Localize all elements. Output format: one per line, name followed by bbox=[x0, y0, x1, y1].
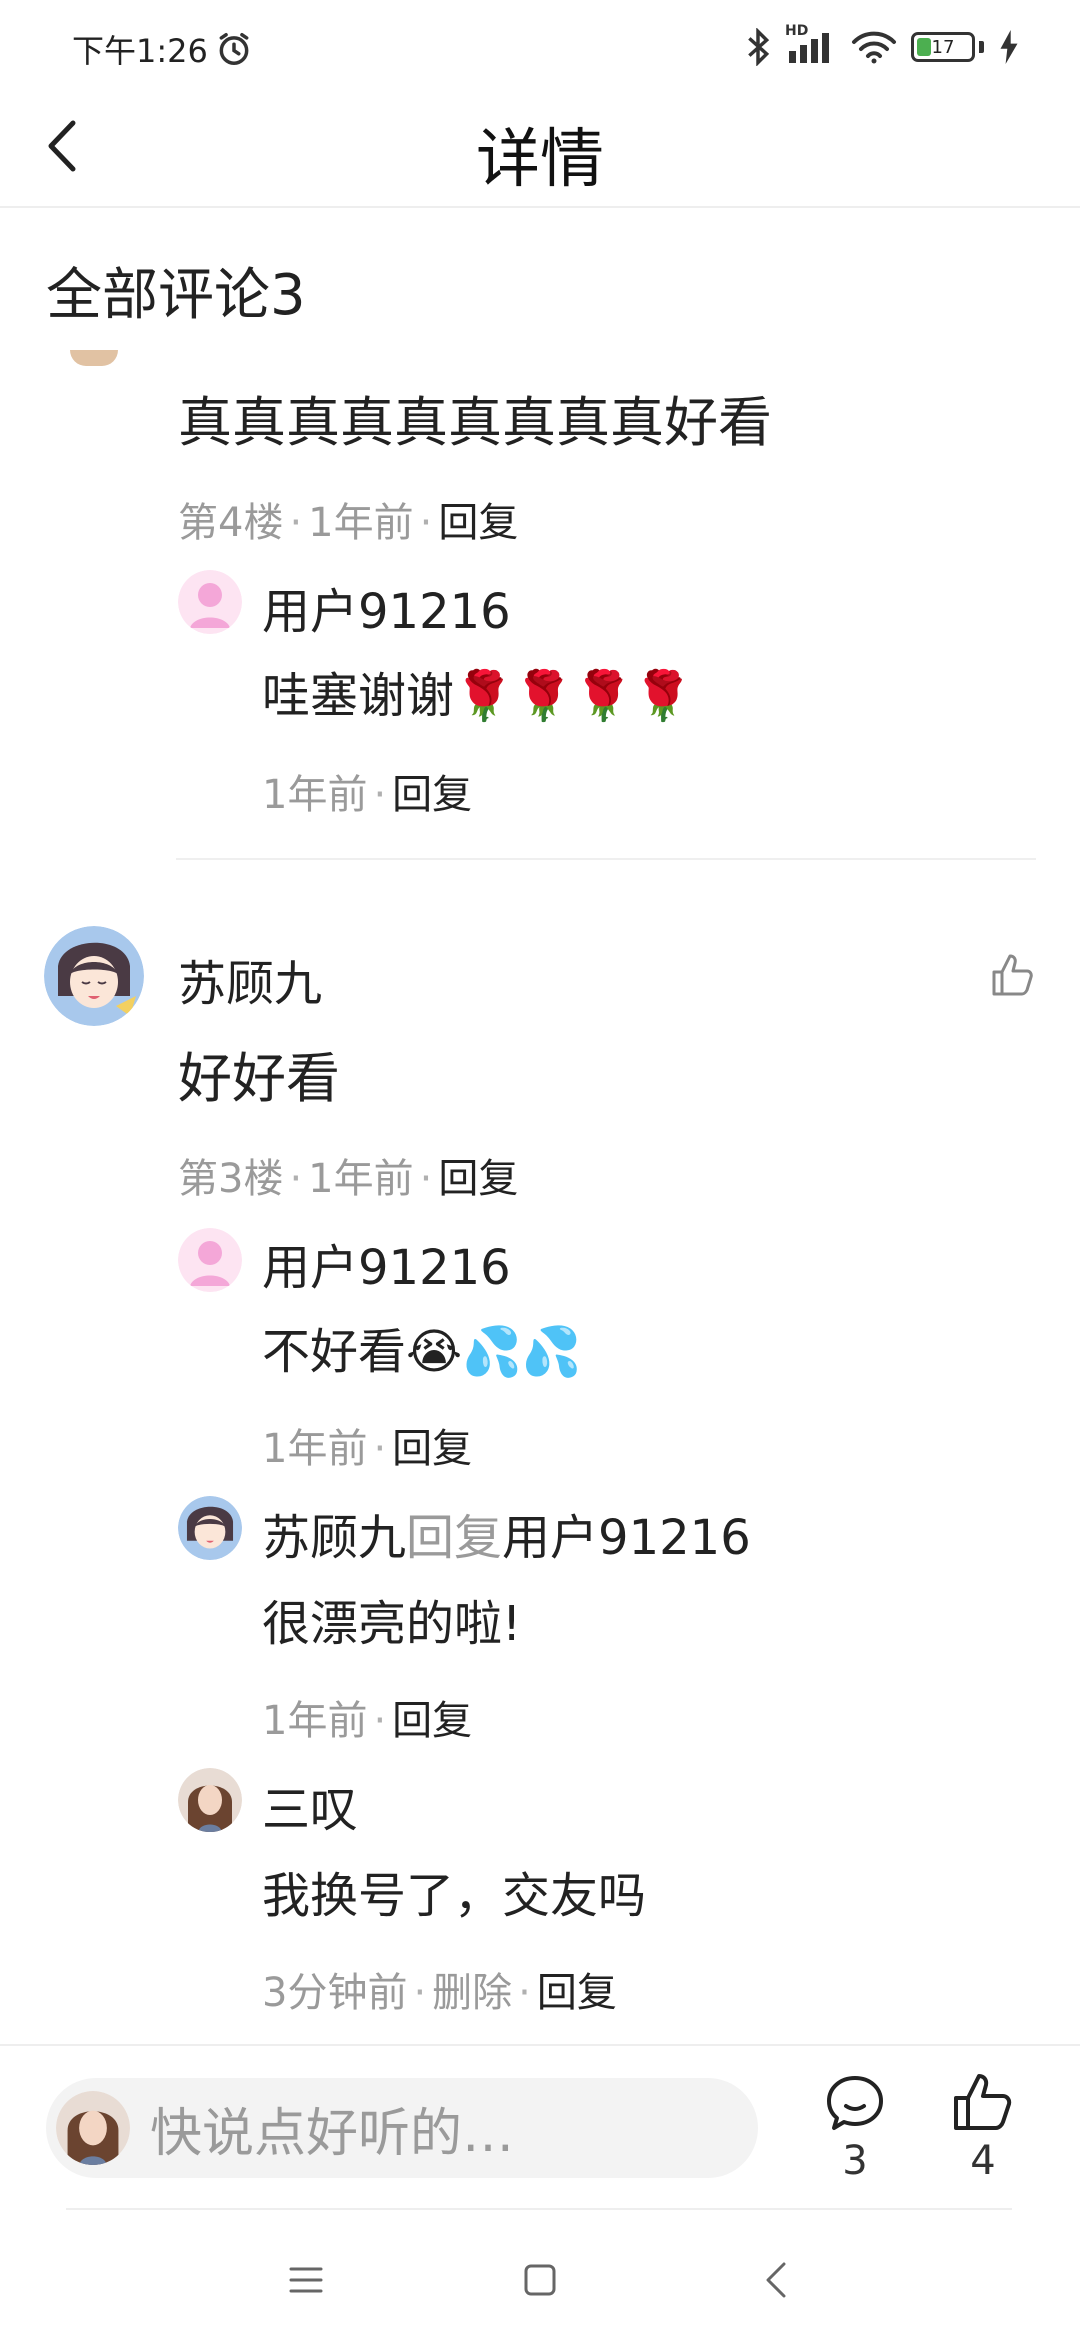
comment-time: 1年前 bbox=[308, 500, 414, 546]
comment-meta: 第3楼 · 1年前 · 回复 bbox=[178, 1156, 519, 1202]
alarm-clock-icon bbox=[219, 33, 249, 65]
reply-button[interactable]: 回复 bbox=[438, 1156, 518, 1202]
reply-word: 回复 bbox=[406, 1510, 503, 1566]
reply-text: 哇塞谢谢🌹🌹🌹🌹 bbox=[262, 668, 694, 724]
reply-time: 3分钟前 bbox=[262, 1970, 408, 2016]
divider bbox=[66, 2208, 1012, 2210]
chevron-left-icon bbox=[766, 2262, 786, 2298]
nav-home-button[interactable] bbox=[510, 2250, 570, 2310]
reply-button[interactable]: 回复 bbox=[392, 772, 472, 818]
nav-back-button[interactable] bbox=[746, 2250, 806, 2310]
comment-input[interactable]: 快说点好听的… bbox=[46, 2078, 758, 2178]
system-nav-bar bbox=[0, 2220, 1080, 2340]
comment-count: 3 bbox=[842, 2138, 868, 2184]
status-bar: 下午1:26 HD 17 bbox=[0, 0, 1080, 90]
divider bbox=[176, 858, 1036, 860]
battery-icon: 17 bbox=[911, 32, 975, 62]
reply-meta: 1年前 · 回复 bbox=[262, 1698, 473, 1744]
reply-meta: 3分钟前 · 删除 · 回复 bbox=[262, 1970, 617, 2016]
thumbs-up-icon[interactable] bbox=[988, 950, 1038, 1000]
reply-meta: 1年前 · 回复 bbox=[262, 772, 473, 818]
charging-icon bbox=[1000, 30, 1018, 64]
avatar[interactable] bbox=[178, 570, 242, 634]
reply-text: 我换号了，交友吗 bbox=[262, 1868, 647, 1924]
reply-username[interactable]: 苏顾九 bbox=[262, 1510, 406, 1566]
reply-meta: 1年前 · 回复 bbox=[262, 1426, 473, 1472]
thumbs-up-icon[interactable] bbox=[948, 2068, 1018, 2138]
reply-text: 很漂亮的啦! bbox=[262, 1596, 522, 1652]
reply-time: 1年前 bbox=[262, 772, 368, 818]
reply-button[interactable]: 回复 bbox=[392, 1698, 472, 1744]
comment-input-bar: 快说点好听的… 3 4 bbox=[0, 2044, 1080, 2214]
comment-username[interactable]: 苏顾九 bbox=[178, 944, 322, 1014]
comment-icon[interactable] bbox=[820, 2068, 890, 2138]
reply-button[interactable]: 回复 bbox=[537, 1970, 617, 2016]
reply-text: 不好看😭💦💦 bbox=[262, 1324, 582, 1380]
comment-meta: 第4楼 · 1年前 · 回复 bbox=[178, 500, 519, 546]
signal-icon: HD bbox=[785, 23, 837, 65]
comment-text: 真真真真真真真真真好看 bbox=[178, 391, 772, 454]
wifi-icon bbox=[852, 31, 896, 64]
page-title: 详情 bbox=[476, 123, 604, 197]
reply-header: 苏顾九回复用户91216 bbox=[262, 1498, 751, 1568]
reply-username[interactable]: 用户91216 bbox=[262, 1228, 511, 1298]
home-square-icon bbox=[524, 2264, 556, 2296]
avatar bbox=[70, 350, 118, 366]
reply-time: 1年前 bbox=[262, 1698, 368, 1744]
reply-button[interactable]: 回复 bbox=[392, 1426, 472, 1472]
reply-button[interactable]: 回复 bbox=[438, 500, 518, 546]
comment-floor: 第4楼 bbox=[178, 500, 284, 546]
comment-input-placeholder: 快说点好听的… bbox=[150, 2103, 515, 2164]
avatar[interactable] bbox=[44, 926, 144, 1026]
avatar[interactable] bbox=[178, 1496, 242, 1560]
reply-target-username[interactable]: 用户91216 bbox=[502, 1510, 751, 1566]
app-header: 详情 bbox=[0, 90, 1080, 208]
reply-username[interactable]: 三叹 bbox=[262, 1770, 358, 1840]
avatar bbox=[56, 2091, 130, 2165]
reply-username[interactable]: 用户91216 bbox=[262, 572, 511, 642]
bluetooth-icon bbox=[748, 28, 770, 66]
reply-time: 1年前 bbox=[262, 1426, 368, 1472]
avatar[interactable] bbox=[178, 1228, 242, 1292]
menu-icon bbox=[289, 2267, 323, 2293]
nav-menu-button[interactable] bbox=[276, 2250, 336, 2310]
comment-time: 1年前 bbox=[308, 1156, 414, 1202]
comment-floor: 第3楼 bbox=[178, 1156, 284, 1202]
comment-text: 好好看 bbox=[178, 1047, 340, 1110]
battery-level: 17 bbox=[931, 36, 955, 58]
like-count: 4 bbox=[970, 2138, 996, 2184]
comments-section-title: 全部评论3 bbox=[46, 263, 306, 328]
delete-button[interactable]: 删除 bbox=[432, 1970, 512, 2016]
status-time: 下午1:26 bbox=[72, 32, 208, 70]
avatar[interactable] bbox=[178, 1768, 242, 1832]
